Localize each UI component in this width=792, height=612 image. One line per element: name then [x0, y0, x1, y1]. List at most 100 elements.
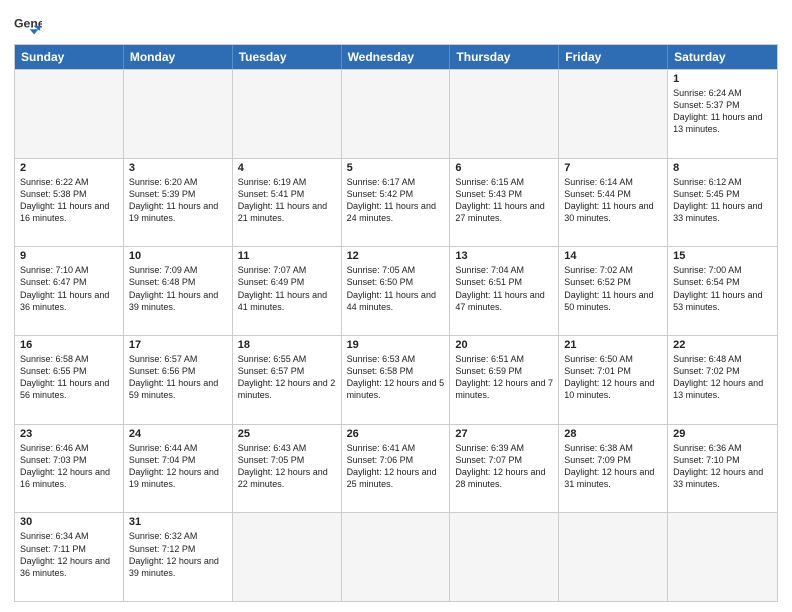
cell-info: Sunrise: 6:12 AM Sunset: 5:45 PM Dayligh… [673, 176, 772, 225]
calendar-day-15: 15 Sunrise: 7:00 AM Sunset: 6:54 PM Dayli… [668, 247, 777, 335]
calendar-cell-empty [559, 70, 668, 158]
calendar-cell-empty [124, 70, 233, 158]
cell-info: Sunrise: 6:19 AM Sunset: 5:41 PM Dayligh… [238, 176, 336, 225]
calendar-row-4: 16 Sunrise: 6:58 AM Sunset: 6:55 PM Dayli… [15, 335, 777, 424]
day-number: 28 [564, 428, 662, 440]
weekday-header-monday: Monday [124, 45, 233, 69]
day-number: 25 [238, 428, 336, 440]
calendar-cell-empty [15, 70, 124, 158]
calendar-day-27: 27 Sunrise: 6:39 AM Sunset: 7:07 PM Dayli… [450, 425, 559, 513]
day-number: 17 [129, 339, 227, 351]
cell-info: Sunrise: 6:15 AM Sunset: 5:43 PM Dayligh… [455, 176, 553, 225]
weekday-header-tuesday: Tuesday [233, 45, 342, 69]
cell-info: Sunrise: 6:32 AM Sunset: 7:12 PM Dayligh… [129, 530, 227, 579]
page: General SundayMondayTuesdayWednesdayThur… [0, 0, 792, 612]
calendar-day-1: 1Sunrise: 6:24 AM Sunset: 5:37 PM Daylig… [668, 70, 777, 158]
calendar-day-5: 5 Sunrise: 6:17 AM Sunset: 5:42 PM Daylig… [342, 159, 451, 247]
calendar-row-5: 23 Sunrise: 6:46 AM Sunset: 7:03 PM Dayli… [15, 424, 777, 513]
cell-info: Sunrise: 7:10 AM Sunset: 6:47 PM Dayligh… [20, 264, 118, 313]
calendar-day-29: 29Sunrise: 6:36 AM Sunset: 7:10 PM Dayli… [668, 425, 777, 513]
day-number: 22 [673, 339, 772, 351]
day-number: 19 [347, 339, 445, 351]
calendar-day-21: 21Sunrise: 6:50 AM Sunset: 7:01 PM Dayli… [559, 336, 668, 424]
cell-info: Sunrise: 6:39 AM Sunset: 7:07 PM Dayligh… [455, 442, 553, 491]
day-number: 4 [238, 162, 336, 174]
calendar-cell-empty [233, 70, 342, 158]
cell-info: Sunrise: 6:50 AM Sunset: 7:01 PM Dayligh… [564, 353, 662, 402]
calendar-day-31: 31 Sunrise: 6:32 AM Sunset: 7:12 PM Dayli… [124, 513, 233, 601]
day-number: 15 [673, 250, 772, 262]
cell-info: Sunrise: 6:58 AM Sunset: 6:55 PM Dayligh… [20, 353, 118, 402]
cell-info: Sunrise: 7:09 AM Sunset: 6:48 PM Dayligh… [129, 264, 227, 313]
day-number: 20 [455, 339, 553, 351]
calendar-row-3: 9 Sunrise: 7:10 AM Sunset: 6:47 PM Daylig… [15, 246, 777, 335]
day-number: 14 [564, 250, 662, 262]
day-number: 16 [20, 339, 118, 351]
cell-info: Sunrise: 6:46 AM Sunset: 7:03 PM Dayligh… [20, 442, 118, 491]
cell-info: Sunrise: 6:22 AM Sunset: 5:38 PM Dayligh… [20, 176, 118, 225]
calendar-body: 1Sunrise: 6:24 AM Sunset: 5:37 PM Daylig… [15, 69, 777, 601]
calendar-cell-empty [233, 513, 342, 601]
cell-info: Sunrise: 6:53 AM Sunset: 6:58 PM Dayligh… [347, 353, 445, 402]
weekday-header-saturday: Saturday [668, 45, 777, 69]
day-number: 30 [20, 516, 118, 528]
calendar-day-4: 4 Sunrise: 6:19 AM Sunset: 5:41 PM Daylig… [233, 159, 342, 247]
generalblue-logo-icon: General [14, 10, 42, 38]
calendar-header: SundayMondayTuesdayWednesdayThursdayFrid… [15, 45, 777, 69]
calendar-cell-empty [342, 513, 451, 601]
calendar-row-2: 2Sunrise: 6:22 AM Sunset: 5:38 PM Daylig… [15, 158, 777, 247]
day-number: 10 [129, 250, 227, 262]
cell-info: Sunrise: 6:38 AM Sunset: 7:09 PM Dayligh… [564, 442, 662, 491]
calendar-day-25: 25 Sunrise: 6:43 AM Sunset: 7:05 PM Dayli… [233, 425, 342, 513]
cell-info: Sunrise: 6:20 AM Sunset: 5:39 PM Dayligh… [129, 176, 227, 225]
cell-info: Sunrise: 7:05 AM Sunset: 6:50 PM Dayligh… [347, 264, 445, 313]
cell-info: Sunrise: 6:51 AM Sunset: 6:59 PM Dayligh… [455, 353, 553, 402]
cell-info: Sunrise: 6:55 AM Sunset: 6:57 PM Dayligh… [238, 353, 336, 402]
cell-info: Sunrise: 6:41 AM Sunset: 7:06 PM Dayligh… [347, 442, 445, 491]
cell-info: Sunrise: 7:00 AM Sunset: 6:54 PM Dayligh… [673, 264, 772, 313]
calendar-day-28: 28 Sunrise: 6:38 AM Sunset: 7:09 PM Dayli… [559, 425, 668, 513]
calendar-day-3: 3Sunrise: 6:20 AM Sunset: 5:39 PM Daylig… [124, 159, 233, 247]
weekday-header-friday: Friday [559, 45, 668, 69]
calendar-row-6: 30Sunrise: 6:34 AM Sunset: 7:11 PM Dayli… [15, 512, 777, 601]
calendar-day-2: 2Sunrise: 6:22 AM Sunset: 5:38 PM Daylig… [15, 159, 124, 247]
calendar-day-17: 17 Sunrise: 6:57 AM Sunset: 6:56 PM Dayli… [124, 336, 233, 424]
day-number: 26 [347, 428, 445, 440]
calendar-day-22: 22Sunrise: 6:48 AM Sunset: 7:02 PM Dayli… [668, 336, 777, 424]
calendar-day-7: 7 Sunrise: 6:14 AM Sunset: 5:44 PM Daylig… [559, 159, 668, 247]
calendar-day-20: 20 Sunrise: 6:51 AM Sunset: 6:59 PM Dayli… [450, 336, 559, 424]
day-number: 12 [347, 250, 445, 262]
calendar-day-19: 19 Sunrise: 6:53 AM Sunset: 6:58 PM Dayli… [342, 336, 451, 424]
calendar-row-1: 1Sunrise: 6:24 AM Sunset: 5:37 PM Daylig… [15, 69, 777, 158]
calendar-day-12: 12 Sunrise: 7:05 AM Sunset: 6:50 PM Dayli… [342, 247, 451, 335]
cell-info: Sunrise: 7:04 AM Sunset: 6:51 PM Dayligh… [455, 264, 553, 313]
day-number: 9 [20, 250, 118, 262]
calendar-day-24: 24Sunrise: 6:44 AM Sunset: 7:04 PM Dayli… [124, 425, 233, 513]
cell-info: Sunrise: 6:17 AM Sunset: 5:42 PM Dayligh… [347, 176, 445, 225]
day-number: 29 [673, 428, 772, 440]
calendar-day-8: 8 Sunrise: 6:12 AM Sunset: 5:45 PM Daylig… [668, 159, 777, 247]
calendar-day-9: 9 Sunrise: 7:10 AM Sunset: 6:47 PM Daylig… [15, 247, 124, 335]
calendar-day-13: 13Sunrise: 7:04 AM Sunset: 6:51 PM Dayli… [450, 247, 559, 335]
cell-info: Sunrise: 7:02 AM Sunset: 6:52 PM Dayligh… [564, 264, 662, 313]
calendar-cell-empty [668, 513, 777, 601]
day-number: 31 [129, 516, 227, 528]
day-number: 5 [347, 162, 445, 174]
cell-info: Sunrise: 6:44 AM Sunset: 7:04 PM Dayligh… [129, 442, 227, 491]
cell-info: Sunrise: 6:57 AM Sunset: 6:56 PM Dayligh… [129, 353, 227, 402]
cell-info: Sunrise: 6:14 AM Sunset: 5:44 PM Dayligh… [564, 176, 662, 225]
day-number: 27 [455, 428, 553, 440]
day-number: 8 [673, 162, 772, 174]
calendar-day-26: 26 Sunrise: 6:41 AM Sunset: 7:06 PM Dayli… [342, 425, 451, 513]
weekday-header-thursday: Thursday [450, 45, 559, 69]
day-number: 11 [238, 250, 336, 262]
day-number: 7 [564, 162, 662, 174]
cell-info: Sunrise: 6:24 AM Sunset: 5:37 PM Dayligh… [673, 87, 772, 136]
cell-info: Sunrise: 6:43 AM Sunset: 7:05 PM Dayligh… [238, 442, 336, 491]
calendar-day-30: 30Sunrise: 6:34 AM Sunset: 7:11 PM Dayli… [15, 513, 124, 601]
day-number: 23 [20, 428, 118, 440]
calendar-cell-empty [342, 70, 451, 158]
logo: General [14, 10, 46, 38]
day-number: 18 [238, 339, 336, 351]
calendar-cell-empty [450, 513, 559, 601]
